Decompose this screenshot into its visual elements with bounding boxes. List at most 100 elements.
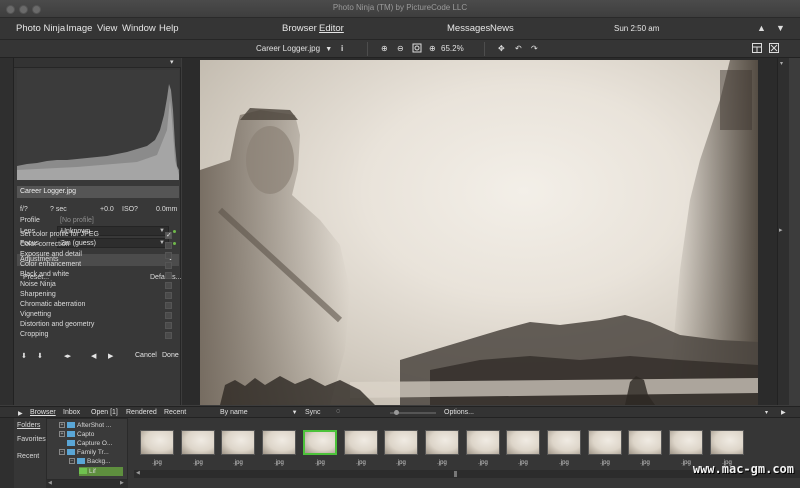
refresh-icon[interactable]: ◌ [336, 408, 340, 415]
options-button[interactable]: Options... [444, 409, 474, 416]
adjustment-item[interactable]: Set color profile for JPEG [20, 231, 99, 238]
thumbnail[interactable] [303, 430, 337, 455]
scroll-left-icon[interactable]: ◀ [136, 470, 140, 476]
expand-icon[interactable]: + [59, 422, 65, 429]
right-panel-scrollbar[interactable]: ▾ ▸ [777, 58, 789, 405]
adjustment-checkbox[interactable] [165, 322, 172, 329]
folder-node[interactable]: + AfterShot ... [59, 421, 111, 430]
slider-handle[interactable] [394, 410, 399, 415]
adjustment-checkbox[interactable] [165, 302, 172, 309]
photo-canvas[interactable] [200, 60, 758, 405]
scroll-right-icon[interactable]: ▶ [120, 480, 124, 486]
adjustment-item[interactable]: Vignetting [20, 311, 51, 318]
adjustment-checkbox[interactable] [165, 252, 172, 259]
sync-button[interactable]: Sync [305, 409, 321, 416]
mode-editor[interactable]: Editor [319, 23, 344, 34]
folder-node[interactable]: − Family Tr... [59, 448, 109, 457]
arrow-up-icon[interactable]: ▲ [757, 23, 766, 33]
arrow-down-icon[interactable]: ⬇ [21, 352, 27, 360]
filename-dropdown[interactable]: Career Logger.jpg ▼ [256, 44, 332, 53]
collapse-icon[interactable]: − [59, 449, 65, 456]
thumbnail[interactable] [588, 430, 622, 455]
thumbnail[interactable] [425, 430, 459, 455]
menu-image[interactable]: Image [66, 23, 92, 34]
arrow-down-icon[interactable]: ▼ [776, 23, 785, 33]
fullscreen-icon[interactable] [769, 43, 779, 55]
thumbnail[interactable] [466, 430, 500, 455]
adjustment-checkbox[interactable] [165, 312, 172, 319]
sort-dropdown[interactable]: By name ▼ [220, 409, 298, 416]
pin-icon[interactable]: ▾ [765, 409, 768, 416]
thumbnail[interactable] [262, 430, 296, 455]
collapse-icon[interactable]: ▶ [781, 409, 786, 416]
tab-open[interactable]: Open [1] [91, 409, 118, 416]
messages-button[interactable]: Messages [447, 23, 490, 34]
expand-arrow-icon[interactable]: ▶ [18, 410, 23, 417]
scroll-left-icon[interactable]: ◀ [48, 480, 52, 486]
rotate-left-icon[interactable]: ↶ [515, 44, 522, 53]
menu-window[interactable]: Window [122, 23, 156, 34]
adjustment-item[interactable]: Exposure and detail [20, 251, 82, 258]
grid-layout-icon[interactable] [752, 43, 762, 55]
news-button[interactable]: News [490, 23, 514, 34]
nav-folders[interactable]: Folders [17, 422, 40, 429]
adjustment-checkbox[interactable] [165, 262, 172, 269]
menu-view[interactable]: View [97, 23, 117, 34]
tab-recent[interactable]: Recent [164, 409, 186, 416]
thumbnail[interactable] [506, 430, 540, 455]
thumbnail[interactable] [384, 430, 418, 455]
nav-recent[interactable]: Recent [17, 453, 39, 460]
thumbnail[interactable] [710, 430, 744, 455]
zoom-out-icon[interactable]: ⊖ [397, 44, 404, 53]
pin-icon[interactable]: ▾ [780, 60, 783, 67]
cancel-button[interactable]: Cancel [135, 352, 157, 359]
pin-icon[interactable]: ▾ [170, 58, 174, 66]
thumbnail[interactable] [628, 430, 662, 455]
menu-help[interactable]: Help [159, 23, 179, 34]
folder-tree-hscrollbar[interactable]: ◀ ▶ [46, 480, 128, 488]
tab-inbox[interactable]: Inbox [63, 409, 80, 416]
adjustment-checkbox[interactable] [165, 292, 172, 299]
thumbnail[interactable] [181, 430, 215, 455]
thumbnail[interactable] [140, 430, 174, 455]
adjustment-item[interactable]: Sharpening [20, 291, 56, 298]
adjustment-item[interactable]: Distortion and geometry [20, 321, 94, 328]
tab-rendered[interactable]: Rendered [126, 409, 157, 416]
previous-icon[interactable]: ◀ [91, 352, 96, 360]
zoom-in-icon[interactable]: ⊕ [381, 44, 388, 53]
expand-icon[interactable]: + [59, 431, 65, 438]
pan-icon[interactable]: ✥ [498, 44, 505, 53]
scroll-thumb[interactable] [454, 471, 457, 477]
folder-node[interactable]: + Capto [59, 430, 94, 439]
image-viewer[interactable]: ▾ ▸ [182, 58, 789, 405]
adjustment-checkbox[interactable] [165, 332, 172, 339]
nav-favorites[interactable]: Favorites [17, 436, 46, 443]
adjustment-item[interactable]: Color enhancement [20, 261, 81, 268]
thumbnail[interactable] [669, 430, 703, 455]
folder-node[interactable]: − Backg... [69, 457, 110, 466]
thumbnail[interactable] [221, 430, 255, 455]
focus-dropdown[interactable]: 2m (guess) ▼ [57, 238, 169, 248]
adjustment-checkbox[interactable] [165, 282, 172, 289]
info-icon[interactable]: i [341, 44, 343, 53]
fit-to-window-icon[interactable] [412, 43, 422, 55]
adjustment-item[interactable]: Cropping [20, 331, 48, 338]
adjustment-item[interactable]: Black and white [20, 271, 69, 278]
adjustment-checkbox[interactable] [165, 242, 172, 249]
collapse-icon[interactable]: − [69, 458, 75, 465]
collapse-arrow-icon[interactable]: ▸ [779, 226, 783, 234]
next-icon[interactable]: ▶ [108, 352, 113, 360]
tab-browser[interactable]: Browser [30, 409, 56, 416]
thumbnail[interactable] [344, 430, 378, 455]
adjustment-item[interactable]: Chromatic aberration [20, 301, 85, 308]
done-button[interactable]: Done [162, 352, 179, 359]
folder-node-selected[interactable]: Lif [79, 467, 123, 476]
mode-browser[interactable]: Browser [282, 23, 317, 34]
compare-icon[interactable]: ◂▸ [64, 352, 71, 360]
app-menu[interactable]: Photo Ninja [16, 23, 65, 34]
adjustment-checkbox[interactable] [165, 231, 172, 239]
adjustment-item[interactable]: Color correction [20, 241, 69, 248]
adjustment-checkbox[interactable] [165, 272, 172, 279]
adjustment-item[interactable]: Noise Ninja [20, 281, 56, 288]
folder-node[interactable]: Capture O... [67, 439, 112, 448]
